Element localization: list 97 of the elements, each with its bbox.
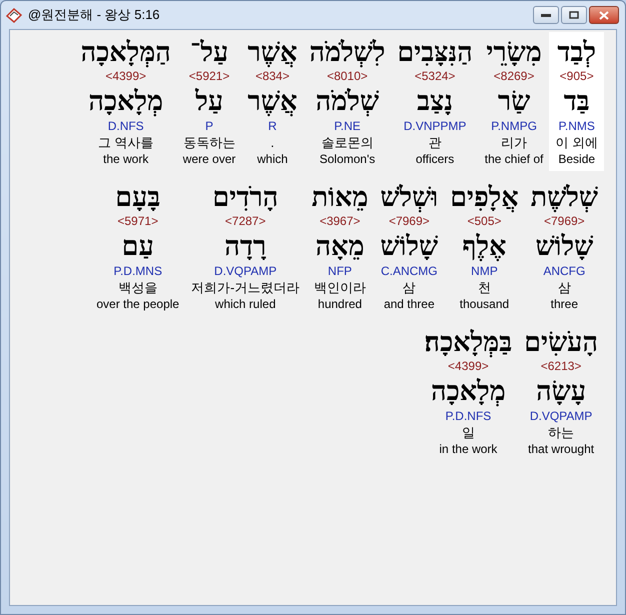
parse-code: NMP xyxy=(471,263,498,279)
hebrew-word: וּשְׁלֹשׁ xyxy=(380,181,438,213)
lemma-word: שָׁלוֹשׁ xyxy=(380,230,438,263)
english-gloss: the chief of xyxy=(484,152,544,167)
korean-gloss: . xyxy=(270,134,274,152)
korean-gloss: 그 역사를 xyxy=(98,134,154,152)
strong-number: <6213> xyxy=(540,358,582,374)
parse-code: P.D.NFS xyxy=(445,408,492,424)
korean-gloss: 솔로몬의 xyxy=(321,134,374,152)
strong-number: <905> xyxy=(560,68,594,84)
lemma-word: עָשָׂה xyxy=(536,375,586,408)
strong-number: <5971> xyxy=(118,213,158,229)
hebrew-word: מֵאוֹת xyxy=(312,181,368,213)
hebrew-word: לִשְׁלֹמֹה xyxy=(309,36,386,68)
parse-code: D.VQPAMP xyxy=(214,263,277,279)
hebrew-word: הָרֹדִים xyxy=(212,181,278,213)
lemma-word: שַׂר xyxy=(498,85,530,118)
lemma-word: עַל xyxy=(195,85,224,118)
maximize-icon xyxy=(569,11,579,19)
strong-number: <5921> xyxy=(188,68,230,84)
hebrew-word: הַמְּלָאכָה xyxy=(80,36,171,68)
maximize-button[interactable] xyxy=(561,6,587,24)
lemma-word: מֵאָה xyxy=(315,230,364,263)
hebrew-word: שְׁלֹשֶׁת xyxy=(530,181,598,213)
strong-number: <8269> xyxy=(494,68,534,84)
english-gloss: Beside xyxy=(558,152,596,167)
korean-gloss: 하는 xyxy=(548,424,574,442)
english-gloss: which xyxy=(257,152,288,167)
lemma-word: שְׁלֹמֹה xyxy=(316,85,379,118)
parse-code: ANCFG xyxy=(543,263,586,279)
hebrew-word: בַּמְּלָאכָה׃ xyxy=(424,326,512,358)
english-gloss: three xyxy=(550,297,578,312)
parse-code: P.NE xyxy=(334,118,361,134)
strong-number: <4399> xyxy=(448,358,489,374)
parse-code: NFP xyxy=(328,263,352,279)
lemma-word: אֲשֶׁר xyxy=(248,85,298,118)
hebrew-word: עַל־ xyxy=(190,36,228,68)
lemma-word: שָׁלוֹשׁ xyxy=(535,230,594,263)
strong-number: <8010> xyxy=(326,68,368,84)
english-gloss: thousand xyxy=(460,297,510,312)
english-gloss: in the work xyxy=(439,442,498,457)
korean-gloss: 백성을 xyxy=(118,279,158,297)
strong-number: <5324> xyxy=(414,68,456,84)
strong-number: <7969> xyxy=(544,213,585,229)
korean-gloss: 관 xyxy=(428,134,442,152)
english-gloss: were over xyxy=(182,152,236,167)
parse-code: P.D.MNS xyxy=(114,263,162,279)
parse-code: P.NMS xyxy=(558,118,595,134)
strong-number: <505> xyxy=(467,213,502,229)
parse-code: D.VNPPMP xyxy=(404,118,466,134)
hebrew-word: מִשָׂרֵי xyxy=(486,36,542,68)
korean-gloss: 리가 xyxy=(501,134,528,152)
hebrew-word: לְבַד xyxy=(557,36,596,68)
window-title: @원전분해 - 왕상 5:16 xyxy=(28,6,160,24)
hebrew-word: הַנִּצָּבִים xyxy=(397,36,473,68)
lemma-word: מְלָאכָה xyxy=(88,85,164,118)
lemma-word: רָדָה xyxy=(224,230,266,263)
korean-gloss: 삼 xyxy=(558,279,571,297)
strong-number: <7969> xyxy=(388,213,430,229)
strong-number: <7287> xyxy=(225,213,266,229)
korean-gloss: 이 외에 xyxy=(555,134,598,152)
english-gloss: and three xyxy=(384,297,435,312)
lemma-word: מְלָאכָה xyxy=(430,375,506,408)
strong-number: <3967> xyxy=(320,213,360,229)
lemma-word: אֶלֶף xyxy=(462,230,506,263)
parse-code: P.NMPG xyxy=(491,118,537,134)
strong-number: <4399> xyxy=(105,68,146,84)
hebrew-word: אֲלָפִים xyxy=(450,181,519,213)
lemma-word: נָצַב xyxy=(416,85,453,118)
english-gloss: the work xyxy=(103,152,148,167)
parse-code: P xyxy=(205,118,214,134)
minimize-button[interactable] xyxy=(533,6,559,24)
korean-gloss: 천 xyxy=(478,279,491,297)
english-gloss: hundred xyxy=(318,297,362,312)
english-gloss: that wrought xyxy=(528,442,594,457)
english-gloss: over the people xyxy=(96,297,180,312)
korean-gloss: 삼 xyxy=(402,279,416,297)
hebrew-word: בָּעָם xyxy=(115,181,160,213)
lemma-word: עַם xyxy=(122,230,154,263)
strong-number: <834> xyxy=(255,68,290,84)
parse-code: R xyxy=(268,118,277,134)
korean-gloss: 저희가-거느렸더라 xyxy=(191,279,300,297)
korean-gloss: 일 xyxy=(462,424,475,442)
close-button[interactable] xyxy=(589,6,619,24)
hebrew-word: הָעֹשִׂים xyxy=(524,326,598,358)
parse-code: D.NFS xyxy=(108,118,144,134)
english-gloss: Solomon's xyxy=(319,152,376,167)
hebrew-word: אֲשֶׁר xyxy=(248,36,298,68)
korean-gloss: 동독하는 xyxy=(183,134,236,152)
close-icon xyxy=(599,10,609,20)
korean-gloss: 백인이라 xyxy=(314,279,366,297)
minimize-icon xyxy=(541,13,551,17)
parse-code: C.ANCMG xyxy=(380,263,438,279)
parse-code: D.VQPAMP xyxy=(530,408,592,424)
english-gloss: officers xyxy=(416,152,454,167)
lemma-word: בַּד xyxy=(564,85,590,118)
english-gloss: which ruled xyxy=(215,297,276,312)
